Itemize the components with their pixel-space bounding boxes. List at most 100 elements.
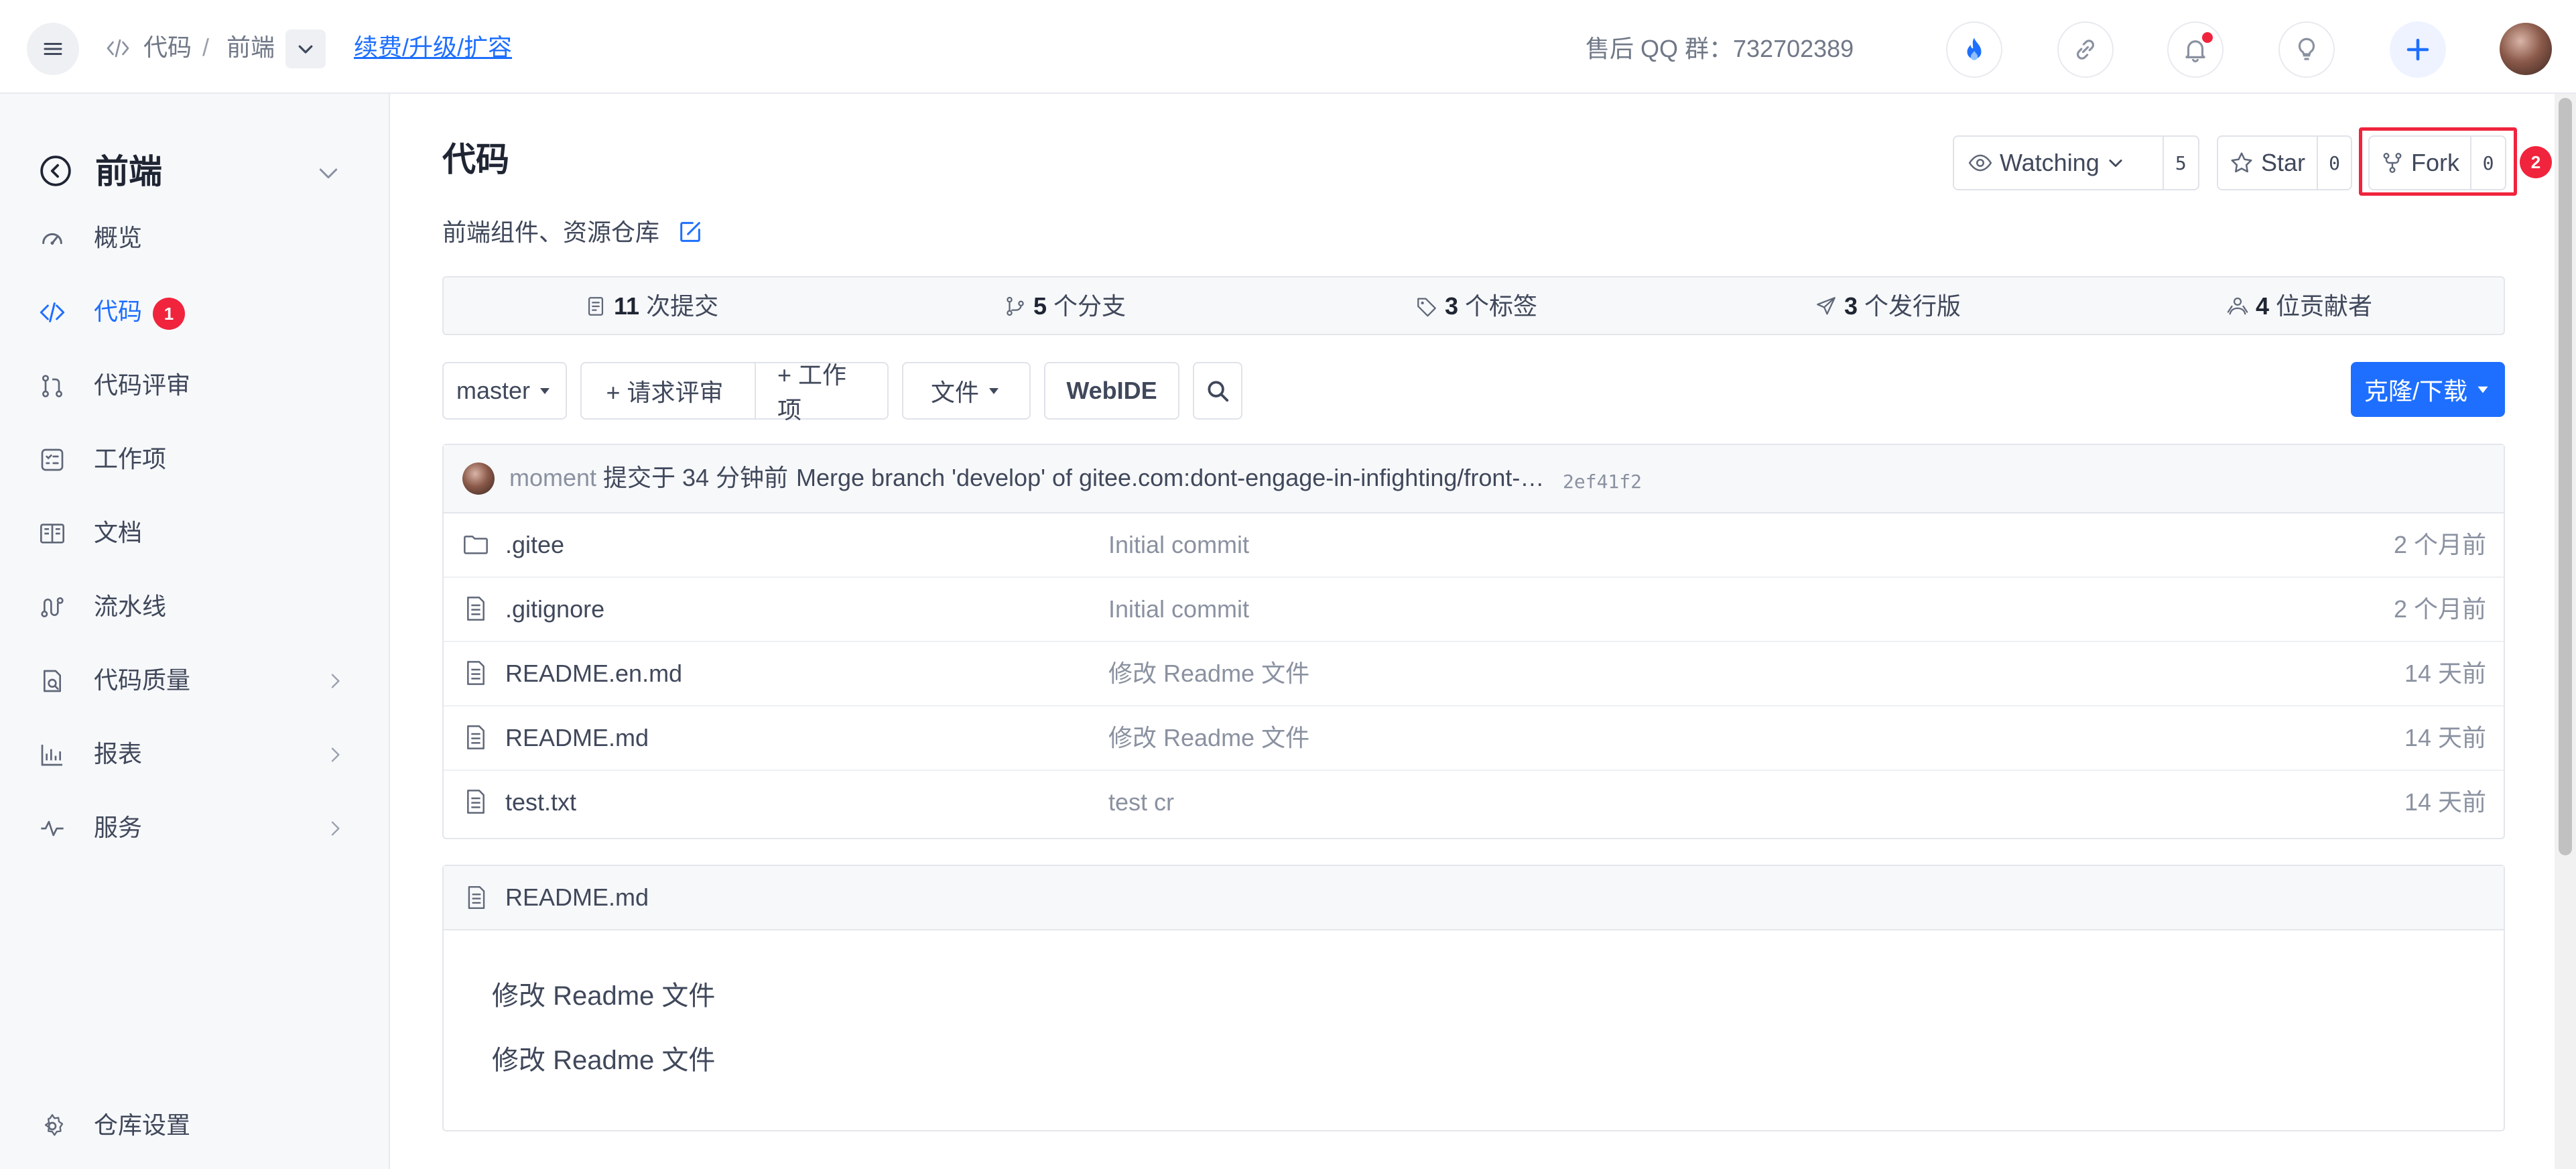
renew-upgrade-link[interactable]: 续费/升级/扩容 [354, 31, 512, 64]
user-avatar[interactable] [2500, 23, 2552, 75]
file-name[interactable]: .gitee [505, 528, 564, 562]
file-row[interactable]: test.txt test cr 14 天前 [444, 771, 2504, 835]
file-commit-message[interactable]: 修改 Readme 文件 [1108, 721, 1309, 755]
tips-button[interactable] [2278, 21, 2335, 78]
file-name[interactable]: README.en.md [505, 657, 682, 690]
stat-number: 4 [2256, 292, 2270, 320]
sidebar-item-label: 服务 [94, 814, 143, 841]
commit-icon [584, 295, 607, 318]
file-icon [462, 595, 489, 622]
breadcrumb-code[interactable]: 代码 [143, 31, 192, 64]
file-row[interactable]: .gitignore Initial commit 2 个月前 [444, 578, 2504, 642]
star-button-group: Star 0 [2217, 135, 2352, 190]
file-commit-message[interactable]: test cr [1108, 786, 1174, 819]
chevron-down-icon[interactable] [315, 160, 342, 186]
commit-message[interactable]: Merge branch 'develop' of gitee.com:dont… [796, 461, 1553, 495]
hamburger-icon [41, 37, 65, 61]
qq-group-text: 售后 QQ 群：732702389 [1586, 35, 1854, 62]
star-button[interactable]: Star [2218, 137, 2319, 189]
branch-select[interactable]: master [442, 362, 567, 420]
webide-button[interactable]: WebIDE [1044, 362, 1179, 420]
stat-label: 位贡献者 [2276, 292, 2373, 320]
create-action-group: + 请求评审 + 工作项 [580, 361, 889, 424]
breadcrumb-project[interactable]: 前端 [227, 31, 275, 64]
watch-button-group: Watching 5 [1953, 135, 2199, 190]
sidebar-item-overview[interactable]: 概览 [0, 212, 389, 265]
quality-icon [39, 668, 66, 694]
pulse-icon [39, 815, 66, 842]
task-list-icon [39, 446, 66, 473]
readme-text: 修改 Readme 文件 [492, 1046, 716, 1075]
file-name[interactable]: .gitignore [505, 593, 604, 626]
file-menu-button[interactable]: 文件 [902, 362, 1031, 420]
clone-download-button[interactable]: 克隆/下载 [2351, 362, 2505, 417]
stat-label: 个标签 [1465, 292, 1538, 320]
file-name[interactable]: test.txt [505, 786, 576, 819]
new-work-item-button[interactable]: + 工作项 [755, 361, 887, 424]
new-pull-request-button[interactable]: + 请求评审 [582, 363, 748, 418]
star-count[interactable]: 0 [2318, 137, 2351, 189]
flame-button[interactable] [1946, 21, 2002, 78]
file-name[interactable]: README.md [505, 721, 649, 755]
sidebar-item-label: 流水线 [94, 593, 167, 620]
chevron-right-icon [324, 818, 346, 839]
project-title: 前端 [95, 153, 162, 190]
readme-header: README.md [444, 866, 2504, 930]
stat-releases[interactable]: 3 个发行版 [1815, 290, 1961, 323]
file-commit-message[interactable]: Initial commit [1108, 593, 1249, 626]
sidebar-item-settings[interactable]: 仓库设置 [0, 1099, 389, 1153]
sidebar-item-pipeline[interactable]: 流水线 [0, 580, 389, 634]
link-button[interactable] [2057, 21, 2114, 78]
sidebar-item-code-quality[interactable]: 代码质量 [0, 654, 389, 708]
sidebar-item-work-items[interactable]: 工作项 [0, 433, 389, 487]
sidebar-item-code-review[interactable]: 代码评审 [0, 359, 389, 413]
menu-button[interactable] [27, 23, 79, 75]
sidebar-item-label: 报表 [94, 740, 143, 767]
watch-count[interactable]: 5 [2164, 137, 2198, 189]
flame-icon [1960, 36, 1988, 64]
project-switch-dropdown[interactable] [285, 29, 326, 68]
file-commit-message[interactable]: Initial commit [1108, 528, 1249, 562]
stat-contributors[interactable]: 4 位贡献者 [2226, 290, 2372, 323]
stat-branches[interactable]: 5 个分支 [1004, 290, 1126, 323]
bar-chart-icon [39, 741, 66, 768]
file-row[interactable]: README.md 修改 Readme 文件 14 天前 [444, 706, 2504, 771]
back-circle-icon[interactable] [39, 154, 72, 188]
breadcrumb-separator: / [202, 34, 210, 61]
create-button[interactable] [2390, 21, 2446, 78]
fork-highlight-box [2359, 127, 2517, 196]
file-time: 14 天前 [2404, 724, 2486, 751]
file-time: 14 天前 [2404, 660, 2486, 687]
step-badge: 1 [153, 298, 185, 330]
watch-button[interactable]: Watching [1954, 137, 2164, 189]
folder-icon [462, 531, 489, 558]
commit-hash[interactable]: 2ef41f2 [1563, 465, 1642, 499]
repo-description: 前端组件、资源仓库 [442, 219, 660, 246]
search-icon [1205, 378, 1230, 404]
file-time: 14 天前 [2404, 788, 2486, 816]
file-menu-label: 文件 [930, 379, 979, 406]
stat-commits[interactable]: 11 次提交 [584, 290, 718, 323]
watch-label: Watching [2000, 149, 2100, 176]
edit-icon[interactable] [677, 219, 704, 245]
file-row[interactable]: README.en.md 修改 Readme 文件 14 天前 [444, 642, 2504, 706]
star-icon [2229, 150, 2254, 176]
commit-author[interactable]: moment [509, 461, 596, 495]
clone-label: 克隆/下载 [2364, 377, 2467, 405]
sidebar-item-label: 代码 [94, 298, 143, 325]
readme-filename[interactable]: README.md [505, 881, 649, 914]
notifications-button[interactable] [2167, 21, 2224, 78]
scrollbar-thumb[interactable] [2559, 98, 2572, 855]
sidebar-item-code[interactable]: 代码 1 [0, 286, 389, 339]
star-label: Star [2261, 149, 2306, 176]
commit-author-avatar[interactable] [462, 463, 495, 495]
sidebar-item-docs[interactable]: 文档 [0, 507, 389, 560]
file-row[interactable]: .gitee Initial commit 2 个月前 [444, 513, 2504, 578]
contributors-icon [2226, 295, 2249, 318]
search-button[interactable] [1193, 362, 1242, 420]
eye-icon [1968, 150, 1993, 176]
stat-tags[interactable]: 3 个标签 [1415, 290, 1537, 323]
sidebar-item-reports[interactable]: 报表 [0, 728, 389, 782]
sidebar-item-services[interactable]: 服务 [0, 802, 389, 855]
file-commit-message[interactable]: 修改 Readme 文件 [1108, 657, 1309, 690]
